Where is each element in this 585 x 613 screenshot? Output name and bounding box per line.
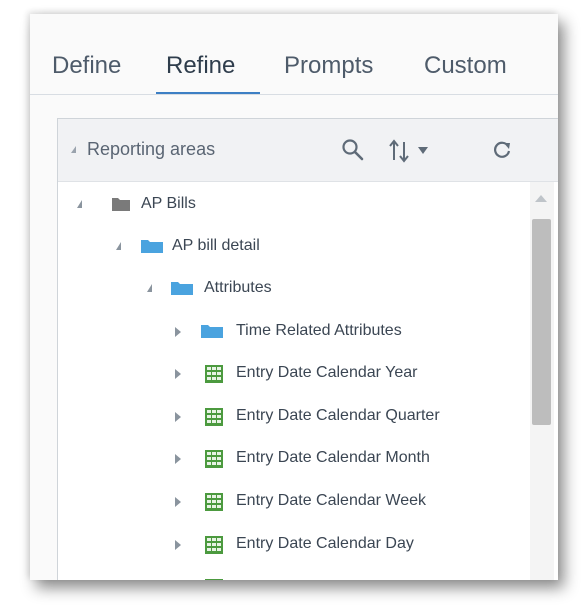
- chevron-down-icon[interactable]: [417, 146, 429, 156]
- expanded-arrow-icon[interactable]: [116, 242, 121, 250]
- tree-node-entry-date-calendar-year[interactable]: Entry Date Calendar Year: [58, 359, 528, 389]
- tree-node-label: Entry Date Calendar Year: [236, 364, 418, 381]
- expanded-arrow-icon[interactable]: [147, 284, 152, 292]
- tree-node-ap-bills[interactable]: AP Bills: [58, 190, 528, 220]
- collapsed-arrow-icon[interactable]: [175, 454, 181, 464]
- sort-icon[interactable]: [387, 138, 413, 164]
- attribute-grid-icon: [205, 408, 223, 426]
- panel-title: Reporting areas: [87, 139, 216, 159]
- tree-node-label: Entry Date Calendar Month: [236, 449, 430, 466]
- reporting-areas-panel: Reporting areas AP Bills AP bill detail …: [57, 118, 558, 580]
- tab-custom[interactable]: Custom: [424, 52, 507, 80]
- tree-node-label: Time Related Attributes: [236, 322, 402, 339]
- attribute-grid-icon: [205, 579, 223, 580]
- search-icon[interactable]: [341, 138, 365, 162]
- tab-prompts[interactable]: Prompts: [284, 52, 373, 80]
- tree-node-partial[interactable]: [58, 573, 528, 580]
- collapsed-arrow-icon[interactable]: [175, 369, 181, 379]
- tree-node-label: Entry Date Calendar Quarter: [236, 407, 440, 424]
- scroll-up-icon[interactable]: [535, 195, 547, 202]
- attribute-grid-icon: [205, 536, 223, 554]
- tree-node-entry-date-calendar-month[interactable]: Entry Date Calendar Month: [58, 444, 528, 474]
- tree-node-label: Attributes: [204, 279, 272, 296]
- tree-node-label: AP bill detail: [172, 237, 260, 254]
- scrollbar-thumb[interactable]: [532, 219, 551, 425]
- expanded-arrow-icon[interactable]: [77, 200, 82, 208]
- tab-bar: Define Refine Prompts Custom: [30, 14, 558, 106]
- collapsed-arrow-icon[interactable]: [175, 412, 181, 422]
- refresh-icon[interactable]: [491, 139, 513, 161]
- folder-gray-icon: [112, 198, 130, 211]
- folder-blue-icon: [201, 325, 223, 338]
- folder-blue-icon: [141, 240, 163, 253]
- tab-refine[interactable]: Refine: [166, 52, 235, 80]
- tab-divider: [30, 94, 558, 95]
- tree-node-label: AP Bills: [141, 195, 196, 212]
- panel-header: Reporting areas: [58, 119, 558, 182]
- collapse-panel-icon[interactable]: [71, 146, 76, 153]
- folder-blue-icon: [171, 282, 193, 295]
- collapsed-arrow-icon[interactable]: [175, 327, 181, 337]
- attribute-grid-icon: [205, 493, 223, 511]
- tree-node-time-related-attributes[interactable]: Time Related Attributes: [58, 317, 528, 347]
- attribute-grid-icon: [205, 450, 223, 468]
- collapsed-arrow-icon[interactable]: [175, 497, 181, 507]
- tree-node-attributes[interactable]: Attributes: [58, 274, 528, 304]
- tree-node-entry-date-calendar-quarter[interactable]: Entry Date Calendar Quarter: [58, 402, 528, 432]
- tab-define[interactable]: Define: [52, 52, 121, 80]
- tree-node-label: Entry Date Calendar Week: [236, 492, 427, 509]
- collapsed-arrow-icon[interactable]: [175, 540, 181, 550]
- attribute-grid-icon: [205, 365, 223, 383]
- tree-node-ap-bill-detail[interactable]: AP bill detail: [58, 232, 528, 262]
- tree-node-label: Entry Date Calendar Day: [236, 535, 414, 552]
- report-editor-frame: Define Refine Prompts Custom Reporting a…: [30, 14, 558, 580]
- tree-node-entry-date-calendar-day[interactable]: Entry Date Calendar Day: [58, 530, 528, 560]
- tree-node-entry-date-calendar-week[interactable]: Entry Date Calendar Week: [58, 487, 528, 517]
